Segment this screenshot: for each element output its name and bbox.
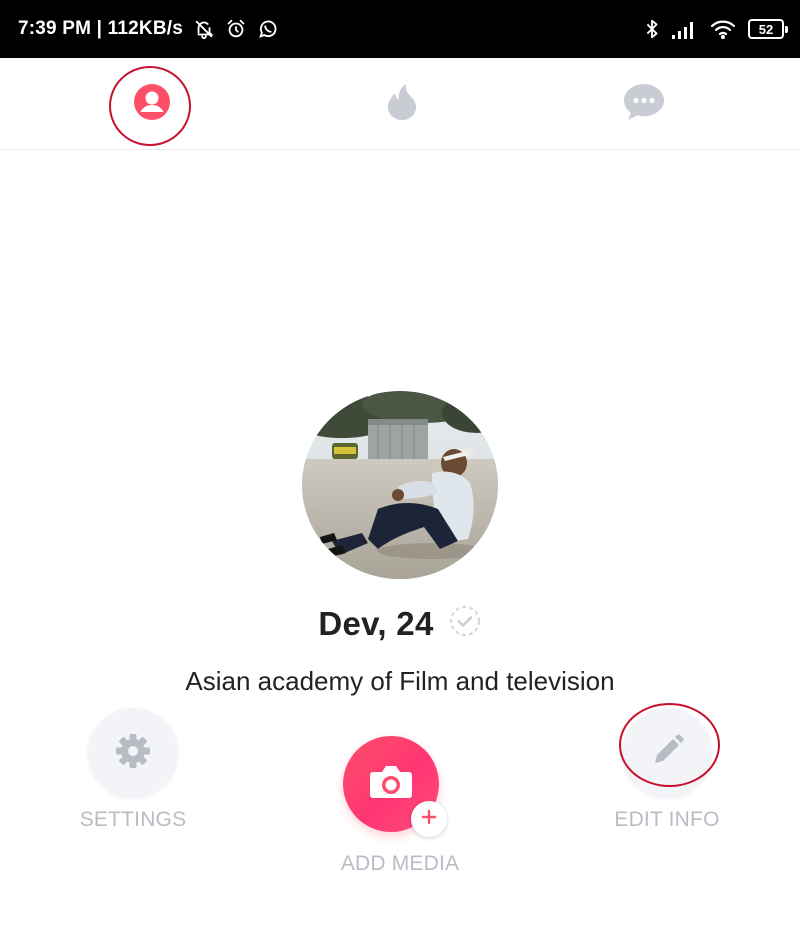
profile-name-age: Dev, 24	[318, 604, 434, 642]
battery-level: 52	[758, 21, 774, 37]
profile-photo[interactable]	[302, 391, 498, 579]
add-media-plus-badge[interactable]	[411, 801, 447, 837]
battery-icon: 52	[748, 19, 788, 39]
camera-icon	[367, 762, 415, 807]
annotation-circle-edit	[619, 703, 720, 787]
status-right: 52	[644, 0, 788, 58]
status-bar: 7:39 PM | 112KB/s 52	[0, 0, 800, 58]
signal-icon	[672, 19, 698, 39]
flame-icon	[385, 82, 419, 127]
bell-off-icon	[193, 18, 215, 40]
wifi-icon	[710, 19, 736, 39]
annotation-circle-profile	[109, 66, 191, 146]
status-time-speed: 7:39 PM | 112KB/s	[18, 18, 184, 39]
status-left: 7:39 PM | 112KB/s	[18, 0, 279, 58]
tab-messages[interactable]	[584, 58, 704, 150]
gear-icon	[113, 731, 153, 776]
settings-button[interactable]	[88, 708, 178, 798]
settings-label[interactable]: SETTINGS	[40, 808, 226, 832]
bluetooth-icon	[644, 18, 660, 40]
verified-check-icon[interactable]	[448, 604, 482, 643]
add-media-label[interactable]: ADD MEDIA	[300, 852, 500, 876]
whatsapp-icon	[257, 18, 279, 40]
tab-discover[interactable]	[342, 58, 462, 150]
profile-school: Asian academy of Film and television	[185, 666, 615, 696]
chat-icon	[622, 82, 666, 127]
alarm-icon	[225, 18, 247, 40]
plus-icon	[421, 809, 437, 830]
top-nav	[0, 58, 800, 150]
edit-info-label[interactable]: EDIT INFO	[572, 808, 762, 832]
name-row: Dev, 24	[0, 604, 800, 643]
